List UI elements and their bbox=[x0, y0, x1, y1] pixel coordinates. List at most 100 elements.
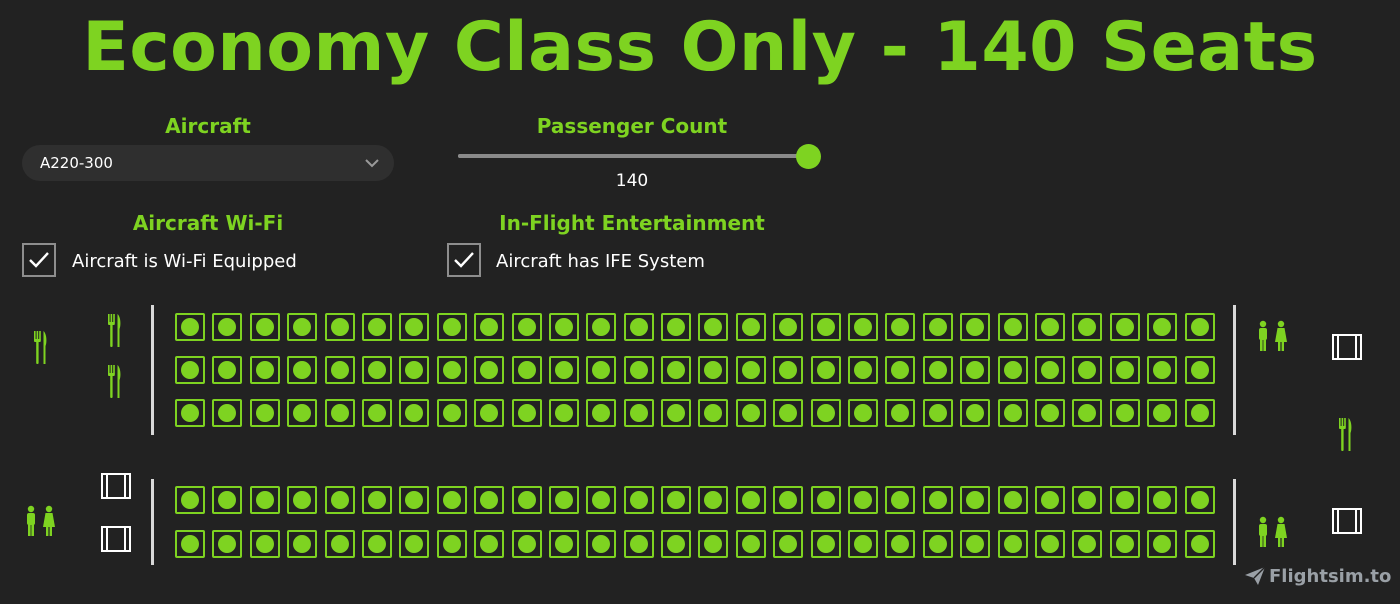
seat[interactable] bbox=[698, 399, 729, 427]
seat[interactable] bbox=[1147, 530, 1178, 558]
seat[interactable] bbox=[1109, 530, 1140, 558]
seat[interactable] bbox=[511, 356, 542, 384]
seat[interactable] bbox=[1109, 313, 1140, 341]
seat[interactable] bbox=[399, 486, 430, 514]
seat[interactable] bbox=[698, 486, 729, 514]
seat[interactable] bbox=[1109, 486, 1140, 514]
seat[interactable] bbox=[1034, 313, 1065, 341]
seat[interactable] bbox=[1147, 356, 1178, 384]
seat[interactable] bbox=[885, 313, 916, 341]
seat[interactable] bbox=[848, 530, 879, 558]
seat[interactable] bbox=[698, 356, 729, 384]
seat[interactable] bbox=[1184, 530, 1215, 558]
seat[interactable] bbox=[361, 356, 392, 384]
seat[interactable] bbox=[175, 313, 205, 341]
seat[interactable] bbox=[175, 356, 205, 384]
seat[interactable] bbox=[324, 530, 355, 558]
seat[interactable] bbox=[548, 486, 579, 514]
seat[interactable] bbox=[212, 356, 243, 384]
seat[interactable] bbox=[1034, 486, 1065, 514]
seat[interactable] bbox=[324, 399, 355, 427]
seat[interactable] bbox=[810, 486, 841, 514]
seat[interactable] bbox=[399, 530, 430, 558]
seat[interactable] bbox=[735, 356, 766, 384]
seat[interactable] bbox=[287, 486, 318, 514]
seat[interactable] bbox=[1072, 530, 1103, 558]
seat[interactable] bbox=[661, 486, 692, 514]
seat[interactable] bbox=[212, 399, 243, 427]
seat[interactable] bbox=[661, 313, 692, 341]
seat[interactable] bbox=[698, 530, 729, 558]
seat[interactable] bbox=[586, 399, 617, 427]
seat[interactable] bbox=[1147, 486, 1178, 514]
seat[interactable] bbox=[623, 399, 654, 427]
seat[interactable] bbox=[960, 356, 991, 384]
seat[interactable] bbox=[1147, 399, 1178, 427]
seat[interactable] bbox=[474, 486, 505, 514]
seat[interactable] bbox=[1184, 399, 1215, 427]
seat[interactable] bbox=[661, 530, 692, 558]
seat[interactable] bbox=[997, 313, 1028, 341]
seat[interactable] bbox=[922, 356, 953, 384]
seat[interactable] bbox=[175, 530, 205, 558]
seat[interactable] bbox=[1034, 399, 1065, 427]
seat[interactable] bbox=[212, 486, 243, 514]
seat[interactable] bbox=[735, 399, 766, 427]
seat[interactable] bbox=[661, 356, 692, 384]
seat[interactable] bbox=[1072, 486, 1103, 514]
seat[interactable] bbox=[474, 356, 505, 384]
seat[interactable] bbox=[436, 399, 467, 427]
slider-thumb[interactable] bbox=[796, 144, 821, 169]
seat[interactable] bbox=[773, 486, 804, 514]
seat[interactable] bbox=[474, 530, 505, 558]
seat[interactable] bbox=[960, 313, 991, 341]
seat[interactable] bbox=[810, 313, 841, 341]
seat[interactable] bbox=[1109, 356, 1140, 384]
seat[interactable] bbox=[361, 399, 392, 427]
seat[interactable] bbox=[1184, 313, 1215, 341]
seat[interactable] bbox=[436, 313, 467, 341]
wifi-checkbox[interactable] bbox=[22, 243, 56, 277]
seat[interactable] bbox=[997, 530, 1028, 558]
seat[interactable] bbox=[698, 313, 729, 341]
seat[interactable] bbox=[586, 356, 617, 384]
seat[interactable] bbox=[735, 313, 766, 341]
seat[interactable] bbox=[324, 356, 355, 384]
seat[interactable] bbox=[511, 530, 542, 558]
seat[interactable] bbox=[586, 313, 617, 341]
seat[interactable] bbox=[848, 486, 879, 514]
seat[interactable] bbox=[885, 399, 916, 427]
seat[interactable] bbox=[399, 313, 430, 341]
seat[interactable] bbox=[960, 530, 991, 558]
passenger-count-slider[interactable] bbox=[458, 154, 808, 158]
seat[interactable] bbox=[623, 313, 654, 341]
seat[interactable] bbox=[623, 356, 654, 384]
seat[interactable] bbox=[287, 530, 318, 558]
seat[interactable] bbox=[773, 399, 804, 427]
seat[interactable] bbox=[287, 356, 318, 384]
seat[interactable] bbox=[175, 399, 205, 427]
seat[interactable] bbox=[324, 486, 355, 514]
seat[interactable] bbox=[810, 356, 841, 384]
seat[interactable] bbox=[361, 313, 392, 341]
seat[interactable] bbox=[1072, 313, 1103, 341]
seat[interactable] bbox=[1072, 356, 1103, 384]
seat[interactable] bbox=[885, 356, 916, 384]
seat[interactable] bbox=[1184, 356, 1215, 384]
seat[interactable] bbox=[287, 399, 318, 427]
seat[interactable] bbox=[1109, 399, 1140, 427]
seat[interactable] bbox=[474, 399, 505, 427]
seat[interactable] bbox=[960, 486, 991, 514]
seat[interactable] bbox=[249, 356, 280, 384]
seat[interactable] bbox=[324, 313, 355, 341]
seat[interactable] bbox=[586, 486, 617, 514]
seat[interactable] bbox=[997, 399, 1028, 427]
seat[interactable] bbox=[474, 313, 505, 341]
seat[interactable] bbox=[1034, 530, 1065, 558]
seat[interactable] bbox=[960, 399, 991, 427]
seat[interactable] bbox=[249, 313, 280, 341]
seat[interactable] bbox=[810, 530, 841, 558]
seat[interactable] bbox=[885, 530, 916, 558]
seat[interactable] bbox=[436, 530, 467, 558]
seat[interactable] bbox=[511, 486, 542, 514]
